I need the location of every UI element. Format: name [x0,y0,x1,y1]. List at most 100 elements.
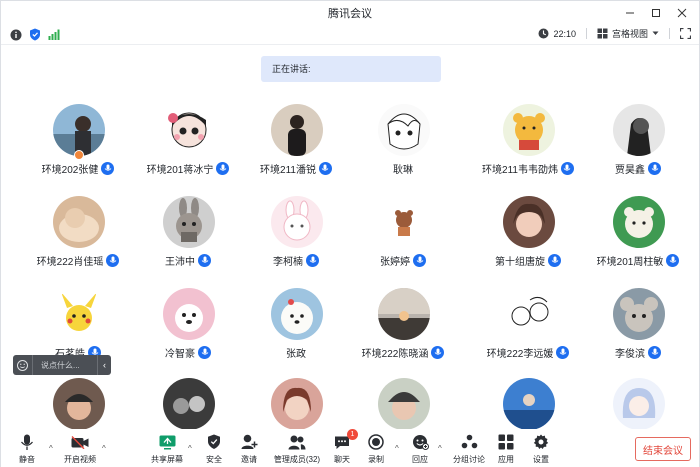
participant-tile[interactable]: 贾昊鑫 [563,104,700,194]
participant-name: 王沛中 [165,257,195,268]
avatar [163,378,215,430]
clock-icon [538,28,549,39]
share-label: 共享屏幕 [151,455,183,464]
mic-active-icon [648,346,661,359]
mic-active-icon [548,254,561,267]
chat-placeholder[interactable]: 说点什么... [33,360,97,371]
add-user-icon [239,433,259,451]
signal-icon[interactable] [47,28,60,41]
view-switcher[interactable]: 宫格视图 [597,27,659,40]
reaction-button[interactable]: 回应 [400,433,440,465]
participant-name: 张政 [286,349,306,360]
title-bar: 腾讯会议 [1,1,699,25]
participant-name: 第十组唐旋 [495,257,545,268]
participant-name: 环境202张健 [41,165,99,176]
video-options-caret[interactable]: ^ [102,444,106,453]
settings-button[interactable]: 设置 [521,433,561,465]
reaction-options-caret[interactable]: ^ [438,444,442,453]
mute-label: 静音 [19,455,35,464]
mic-active-icon [413,254,426,267]
avatar [53,104,105,156]
avatar [503,378,555,430]
avatar [613,196,665,248]
chevron-down-icon [652,31,659,35]
record-button[interactable]: 录制 [356,433,396,465]
chat-icon: 1 [332,429,358,451]
meeting-window: 腾讯会议 22:10 宫格视图 正在讲话: 环境202张健 环境201蒋冰宁 环… [0,0,700,467]
breakout-label: 分组讨论 [453,455,485,464]
microphone-icon [17,433,37,451]
avatar [271,196,323,248]
avatar [378,104,430,156]
apps-label: 应用 [498,455,514,464]
record-options-caret[interactable]: ^ [395,444,399,453]
avatar [163,196,215,248]
host-badge [74,150,84,160]
mute-button[interactable]: 静音 [7,433,47,465]
participant-name: 环境222陈晓涵 [361,349,429,360]
maximize-icon[interactable] [643,1,669,25]
participant-name: 李俊滨 [615,349,645,360]
breakout-button[interactable]: 分组讨论 [447,433,491,465]
share-options-caret[interactable]: ^ [188,444,192,453]
meeting-timer: 22:10 [538,28,576,39]
manage-members-button[interactable]: 管理成员(32) [273,433,321,465]
participant-name: 环境211潘锐 [260,165,316,176]
grid-view-icon [597,28,608,39]
chat-quick-input[interactable]: 说点什么... ‹ [13,355,111,375]
participant-name: 环境201蒋冰宁 [146,165,214,176]
participant-tile[interactable]: 李俊滨 [563,288,700,378]
end-meeting-button[interactable]: 结束会议 [635,437,691,461]
participant-name-row: 环境201周柱敏 [563,253,700,268]
view-label: 宫格视图 [611,29,648,39]
gear-icon [531,433,551,451]
close-icon[interactable] [669,1,695,25]
window-controls [617,1,695,25]
mic-active-icon [648,162,661,175]
breakout-icon [459,433,479,451]
reaction-label: 回应 [412,455,428,464]
shield-icon[interactable] [28,28,41,41]
avatar [163,288,215,340]
mic-active-icon [666,254,680,267]
share-screen-button[interactable]: 共享屏幕 [147,433,187,465]
video-label: 开启视频 [64,455,96,464]
participant-name: 环境222李远媛 [486,349,554,360]
fullscreen-icon[interactable] [680,28,691,39]
record-icon [366,433,386,451]
participant-tile[interactable]: 环境201周柱敏 [563,196,700,286]
settings-label: 设置 [533,455,549,464]
avatar [53,378,105,430]
participant-name-row: 贾昊鑫 [563,161,700,176]
participant-name: 李柯楠 [273,257,303,268]
avatar [378,378,430,430]
avatar [503,196,555,248]
avatar [53,288,105,340]
video-button[interactable]: 开启视频 [60,433,100,465]
timer-text: 22:10 [553,28,576,39]
security-label: 安全 [206,455,222,464]
participant-name: 贾昊鑫 [615,165,645,176]
security-button[interactable]: 安全 [194,433,234,465]
chevron-left-icon[interactable]: ‹ [97,355,111,375]
mute-options-caret[interactable]: ^ [49,444,53,453]
apps-button[interactable]: 应用 [486,433,526,465]
info-icon[interactable] [9,28,22,41]
minimize-icon[interactable] [617,1,643,25]
camera-off-icon [70,433,90,451]
meeting-toolbar: 静音 ^ 开启视频 ^ 共享屏幕 ^ 安全 邀请 管理成员(32) 1 聊天 录… [1,429,699,467]
window-title: 腾讯会议 [328,8,372,20]
invite-button[interactable]: 邀请 [229,433,269,465]
share-screen-icon [157,433,177,451]
avatar [163,104,215,156]
emoji-icon[interactable] [13,355,33,375]
avatar [378,196,430,248]
info-bar: 22:10 宫格视图 [1,25,699,45]
record-label: 录制 [368,455,384,464]
avatar [53,196,105,248]
members-label: 管理成员(32) [273,455,321,464]
invite-label: 邀请 [241,455,257,464]
avatar [503,288,555,340]
avatar [613,288,665,340]
mic-active-icon [198,346,211,359]
